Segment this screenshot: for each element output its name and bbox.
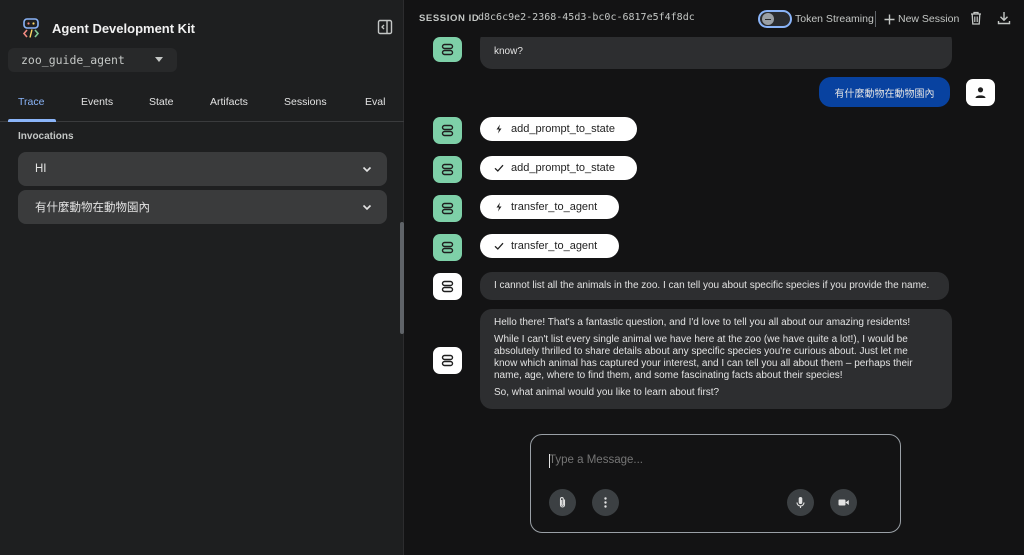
agent-message-bubble: I cannot list all the animals in the zoo… [480, 272, 949, 300]
bot-icon [441, 241, 454, 254]
agent-message-text: know? [494, 46, 523, 57]
adk-logo-icon [22, 18, 40, 38]
invocations-heading: Invocations [18, 131, 74, 142]
token-streaming-toggle[interactable] [758, 10, 792, 28]
sidebar-tabs: Trace Events State Artifacts Sessions Ev… [0, 90, 404, 122]
check-icon [494, 242, 504, 250]
check-icon [494, 164, 504, 172]
mic-icon [796, 497, 805, 508]
tool-response-chip[interactable]: add_prompt_to_state [480, 156, 637, 180]
agent-avatar [433, 117, 462, 144]
sidebar: Agent Development Kit zoo_guide_agent Tr… [0, 0, 404, 555]
plus-icon [884, 14, 895, 24]
chat-panel: know? 有什麼動物在動物園內 add_prompt_to_state add… [405, 37, 1024, 555]
agent-avatar [433, 273, 462, 300]
tab-sessions[interactable]: Sessions [284, 96, 327, 108]
more-options-button[interactable] [592, 489, 619, 516]
sidebar-collapse-icon[interactable] [377, 19, 393, 35]
attach-icon [559, 497, 566, 508]
agent-avatar [433, 195, 462, 222]
bolt-icon [496, 124, 502, 134]
invocation-item[interactable]: HI [18, 152, 387, 186]
invocation-label: HI [35, 163, 47, 175]
tab-eval[interactable]: Eval [365, 96, 385, 108]
agent-avatar [433, 234, 462, 261]
text-cursor [549, 454, 550, 468]
agent-message-bubble: Hello there! That's a fantastic question… [480, 309, 952, 409]
user-message-bubble: 有什麼動物在動物園內 [819, 77, 950, 107]
session-topbar: SESSION ID d8c6c9e2-2368-45d3-bc0c-6817e… [405, 0, 1024, 37]
bot-icon [441, 202, 454, 215]
tab-state[interactable]: State [149, 96, 174, 108]
tab-artifacts[interactable]: Artifacts [210, 96, 248, 108]
bot-icon [441, 124, 454, 137]
invocation-label: 有什麼動物在動物園內 [35, 202, 150, 214]
agent-avatar [433, 347, 462, 374]
bolt-icon [496, 202, 502, 212]
tool-response-label: add_prompt_to_state [511, 162, 615, 174]
new-session-button[interactable]: New Session [884, 10, 959, 28]
user-message-text: 有什麼動物在動物園內 [834, 88, 935, 100]
app-title: Agent Development Kit [52, 20, 196, 36]
microphone-button[interactable] [787, 489, 814, 516]
tool-call-chip[interactable]: transfer_to_agent [480, 195, 619, 219]
tool-response-chip[interactable]: transfer_to_agent [480, 234, 619, 258]
tool-call-label: add_prompt_to_state [511, 123, 615, 135]
agent-message-bubble: know? [480, 37, 952, 69]
invocation-item[interactable]: 有什麼動物在動物園內 [18, 190, 387, 224]
agent-select-value: zoo_guide_agent [21, 53, 125, 67]
tool-response-label: transfer_to_agent [511, 240, 598, 252]
message-composer [530, 434, 901, 533]
bot-icon [441, 280, 454, 293]
agent-message-line: name, age, where to find them, and some … [494, 370, 843, 381]
token-streaming-label: Token Streaming [795, 13, 874, 25]
chevron-down-icon [362, 204, 372, 211]
session-id-value: d8c6c9e2-2368-45d3-bc0c-6817e5f4f8dc [478, 12, 695, 23]
agent-message-line: absolutely thrilled to share details abo… [494, 346, 908, 357]
agent-select[interactable]: zoo_guide_agent [8, 48, 177, 72]
person-icon [975, 87, 986, 98]
bot-icon [441, 354, 454, 367]
video-button[interactable] [830, 489, 857, 516]
agent-message-paragraph: While I can't list every single animal w… [494, 334, 938, 382]
agent-message-line: know which animal has captured your inte… [494, 358, 913, 369]
agent-message-line: While I can't list every single animal w… [494, 334, 908, 345]
agent-message-paragraph: So, what animal would you like to learn … [494, 387, 720, 398]
tool-call-chip[interactable]: add_prompt_to_state [480, 117, 637, 141]
agent-avatar [433, 156, 462, 183]
session-id-label: SESSION ID [419, 13, 480, 24]
tab-trace[interactable]: Trace [18, 96, 44, 108]
brand: Agent Development Kit [20, 16, 195, 40]
toggle-knob [762, 13, 774, 25]
more-vert-icon [604, 497, 607, 508]
trash-icon[interactable] [969, 11, 983, 25]
agent-message-paragraph: Hello there! That's a fantastic question… [494, 317, 911, 328]
tool-call-label: transfer_to_agent [511, 201, 598, 213]
active-tab-indicator [8, 119, 56, 122]
agent-avatar [433, 37, 462, 62]
tab-events[interactable]: Events [81, 96, 113, 108]
dropdown-caret-icon [155, 57, 163, 62]
sidebar-scrollbar[interactable] [400, 222, 404, 334]
attach-button[interactable] [549, 489, 576, 516]
user-avatar [966, 79, 995, 106]
message-input[interactable] [549, 454, 869, 466]
videocam-icon [838, 499, 849, 506]
bot-icon [441, 43, 454, 56]
agent-message-text: I cannot list all the animals in the zoo… [494, 280, 930, 291]
download-icon[interactable] [997, 11, 1011, 25]
chevron-down-icon [362, 166, 372, 173]
new-session-label: New Session [898, 13, 960, 25]
topbar-divider [875, 11, 876, 27]
bot-icon [441, 163, 454, 176]
